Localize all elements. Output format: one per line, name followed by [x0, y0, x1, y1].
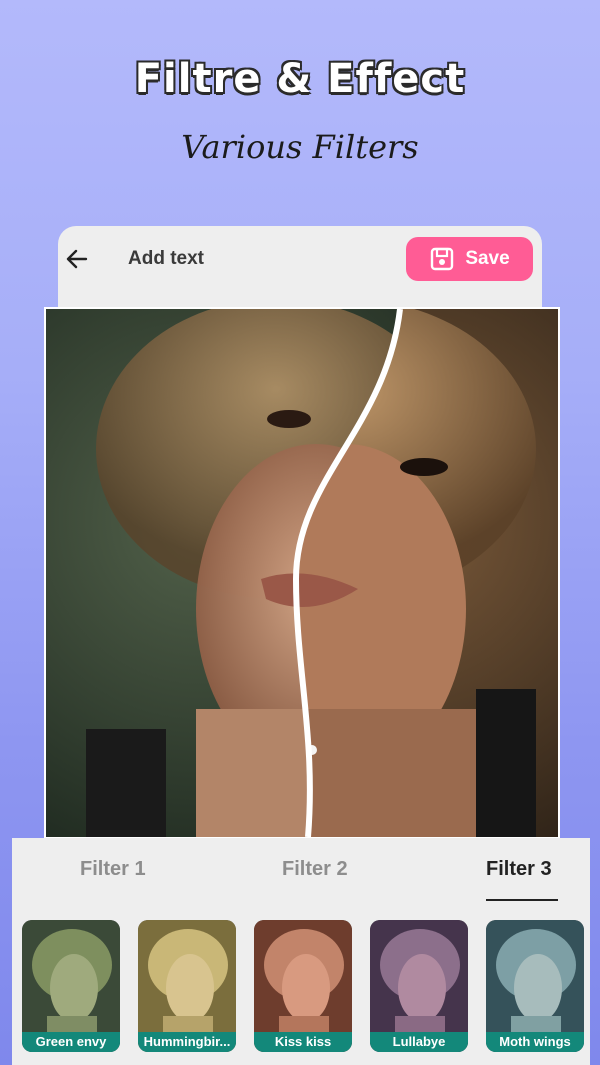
filter-label: Kiss kiss: [254, 1032, 352, 1052]
floppy-disk-icon: [431, 247, 454, 271]
tab-filter-2[interactable]: Filter 2: [282, 858, 348, 881]
filter-thumbnail-green-envy[interactable]: Green envy: [22, 920, 120, 1052]
tab-filter-1[interactable]: Filter 1: [80, 858, 146, 881]
filter-label: Moth wings: [486, 1032, 584, 1052]
promo-subline: Various Filters: [181, 128, 419, 166]
save-button[interactable]: Save: [406, 237, 533, 281]
filter-thumbnail-kiss-kiss[interactable]: Kiss kiss: [254, 920, 352, 1052]
portrait-image: [46, 309, 558, 837]
photo-preview[interactable]: [44, 307, 560, 839]
tab-filter-3[interactable]: Filter 3: [486, 858, 552, 881]
back-button[interactable]: [62, 244, 92, 274]
filter-label: Lullabye: [370, 1032, 468, 1052]
save-label: Save: [465, 248, 510, 269]
filter-label: Green envy: [22, 1032, 120, 1052]
active-tab-indicator: [486, 899, 558, 901]
filter-thumbnail-hummingbird[interactable]: Hummingbir...: [138, 920, 236, 1052]
filter-thumbnail-lullabye[interactable]: Lullabye: [370, 920, 468, 1052]
arrow-left-icon: [66, 249, 88, 269]
promo-headline: Filtre & Effect: [134, 56, 466, 102]
filter-label: Hummingbir...: [138, 1032, 236, 1052]
screen-title: Add text: [128, 248, 204, 269]
filter-thumbnail-moth-wings[interactable]: Moth wings: [486, 920, 584, 1052]
